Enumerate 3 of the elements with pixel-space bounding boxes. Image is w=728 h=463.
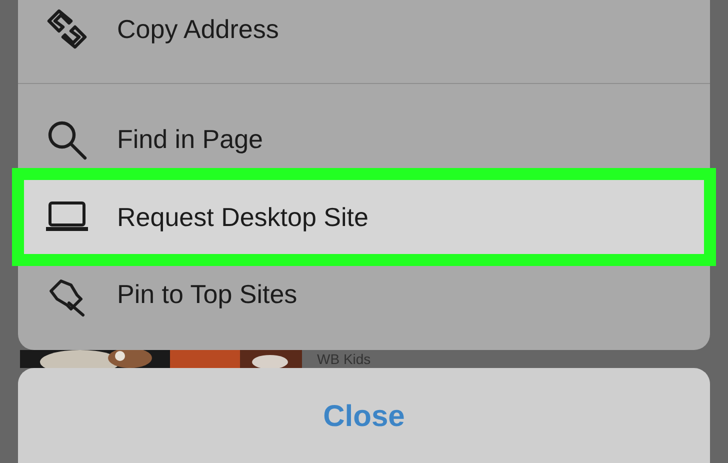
menu-item[interactable]: Copy Address — [18, 0, 710, 58]
menu-item[interactable]: Request Desktop Site — [12, 168, 716, 266]
link-icon — [45, 7, 89, 51]
